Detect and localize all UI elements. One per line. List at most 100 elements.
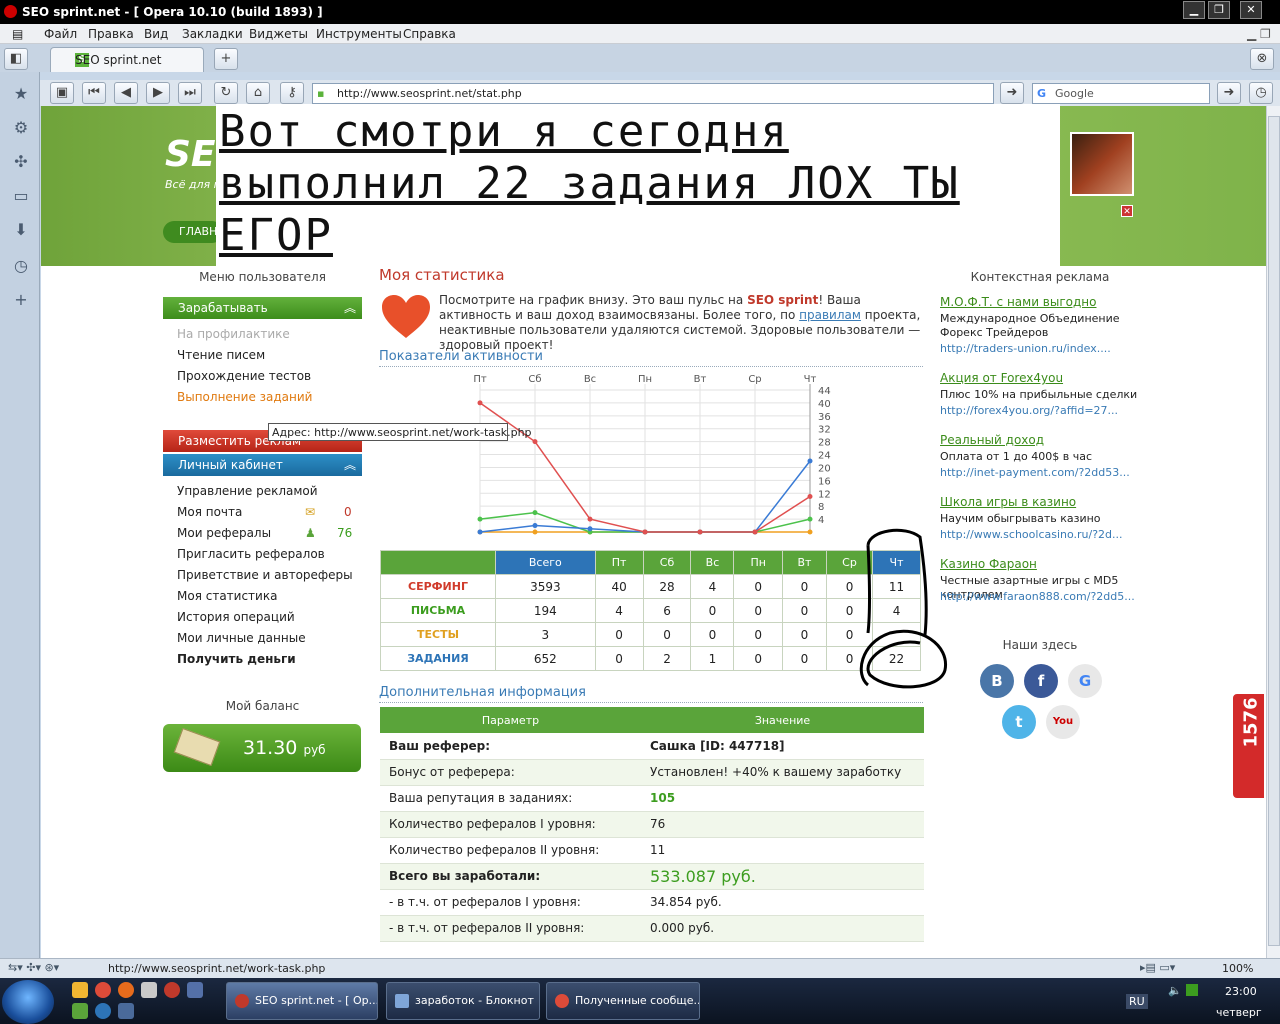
firefox-icon[interactable] xyxy=(118,982,134,998)
close-icon[interactable]: ✕ xyxy=(1121,205,1133,217)
google-icon[interactable]: G xyxy=(1068,664,1102,698)
ad-url[interactable]: http://www.faraon888.com/?2dd5... xyxy=(940,590,1135,603)
collapse-icon[interactable]: ︽ xyxy=(344,456,356,473)
menu-item-my-mail[interactable]: Моя почта xyxy=(177,505,242,519)
task-opera[interactable]: SEO sprint.net - [ Op... xyxy=(226,982,378,1020)
go-button[interactable]: ➜ xyxy=(1000,82,1024,104)
search-go-button[interactable]: ➜ xyxy=(1217,82,1241,104)
ad-url[interactable]: http://traders-union.ru/index.... xyxy=(940,342,1111,355)
unite-panel-icon[interactable]: ✣ xyxy=(10,152,32,174)
calendar-icon[interactable] xyxy=(141,982,157,998)
menu-item-invite-referrals[interactable]: Пригласить рефералов xyxy=(177,547,325,561)
user-avatar[interactable] xyxy=(1070,132,1134,196)
menu-item-tests[interactable]: Прохождение тестов xyxy=(177,369,311,383)
forward-icon[interactable]: ▶ xyxy=(146,82,170,104)
address-bar[interactable]: ▪ http://www.seosprint.net/stat.php xyxy=(312,83,994,104)
menu-item-tasks[interactable]: Выполнение заданий xyxy=(177,390,312,404)
ad-url[interactable]: http://www.schoolcasino.ru/?2d... xyxy=(940,528,1123,541)
menu-view[interactable]: Вид xyxy=(144,27,168,41)
table-cell: 194 xyxy=(495,598,596,623)
rewind-icon[interactable]: ⏮ xyxy=(82,82,106,104)
add-panel-icon[interactable]: + xyxy=(10,290,32,312)
language-indicator[interactable]: RU xyxy=(1126,994,1148,1009)
facebook-icon[interactable]: f xyxy=(1024,664,1058,698)
menu-item-my-referrals[interactable]: Мои рефералы xyxy=(177,526,271,540)
downloads-panel-icon[interactable]: ⬇ xyxy=(10,220,32,242)
menu-icon[interactable]: ▤ xyxy=(12,27,23,41)
tool-icon[interactable] xyxy=(72,1003,88,1019)
floppy-icon[interactable] xyxy=(187,982,203,998)
network-icon[interactable] xyxy=(1186,984,1198,996)
reload-icon[interactable]: ↻ xyxy=(214,82,238,104)
menu-item-personal-data[interactable]: Мои личные данные xyxy=(177,631,306,645)
scrollbar-thumb[interactable] xyxy=(1268,116,1280,946)
menu-item-withdraw[interactable]: Получить деньги xyxy=(177,652,296,666)
widgets-panel-icon[interactable]: ⚙ xyxy=(10,118,32,140)
minimize-button[interactable]: ▁ xyxy=(1183,1,1205,19)
view-icons[interactable]: ▸▤ ▭▾ xyxy=(1140,961,1175,974)
new-tab-button[interactable]: + xyxy=(214,48,238,70)
balance-box[interactable]: 31.30 руб xyxy=(163,724,361,772)
notes-panel-icon[interactable]: ▭ xyxy=(10,186,32,208)
maximize-button[interactable]: ❐ xyxy=(1208,1,1230,19)
menu-item-ad-management[interactable]: Управление рекламой xyxy=(177,484,318,498)
history-panel-icon[interactable]: ◷ xyxy=(10,256,32,278)
chrome-icon[interactable] xyxy=(95,982,111,998)
search-field[interactable]: G Google xyxy=(1032,83,1210,104)
close-window-button[interactable]: ✕ xyxy=(1240,1,1262,19)
security-icon[interactable]: ⚷ xyxy=(280,82,304,104)
rules-link[interactable]: правилам xyxy=(799,308,861,322)
volume-icon[interactable]: 🔈 xyxy=(1168,984,1182,997)
menu-bookmarks[interactable]: Закладки xyxy=(182,27,243,41)
bookmarks-panel-icon[interactable]: ★ xyxy=(10,84,32,106)
ad-headline[interactable]: Школа игры в казино xyxy=(940,495,1076,509)
menu-item-my-stats[interactable]: Моя статистика xyxy=(177,589,277,603)
task-chrome[interactable]: Полученные сообще... xyxy=(546,982,700,1020)
home-icon[interactable]: ⌂ xyxy=(246,82,270,104)
history-icon[interactable]: ◷ xyxy=(1249,82,1273,104)
ie-icon[interactable] xyxy=(95,1003,111,1019)
ad-headline[interactable]: Акция от Forex4you xyxy=(940,371,1063,385)
menu-item-history[interactable]: История операций xyxy=(177,610,295,624)
menu-item-maintenance[interactable]: На профилактике xyxy=(177,327,290,341)
stats-intro: Посмотрите на график внизу. Это ваш пуль… xyxy=(439,293,921,352)
ad-headline[interactable]: Реальный доход xyxy=(940,433,1044,447)
ad-headline[interactable]: М.О.Ф.Т. с нами выгодно xyxy=(940,295,1097,309)
menu-widgets[interactable]: Виджеты xyxy=(249,27,308,41)
address-favicon-icon: ▪ xyxy=(317,87,325,100)
menu-file[interactable]: Файл xyxy=(44,27,77,41)
menu-help[interactable]: Справка xyxy=(403,27,456,41)
aim-icon[interactable] xyxy=(72,982,88,998)
menu-item-greetings[interactable]: Приветствие и автореферы xyxy=(177,568,353,582)
table-row: ТЕСТЫ 3 0 0 0 0 0 0 xyxy=(380,622,921,647)
menu-item-read-mail[interactable]: Чтение писем xyxy=(177,348,265,362)
vertical-scrollbar[interactable] xyxy=(1266,106,1280,958)
save-icon[interactable]: ▣ xyxy=(50,82,74,104)
counter-badge[interactable]: 1576 xyxy=(1231,692,1266,800)
info-param: Ваша репутация в заданиях: xyxy=(380,785,641,812)
status-icons[interactable]: ⇆▾ ✣▾ ⊛▾ xyxy=(8,961,59,974)
menu-tools[interactable]: Инструменты xyxy=(316,27,402,41)
panel-toggle-icon[interactable]: ◧ xyxy=(4,48,28,70)
fast-forward-icon[interactable]: ⏭ xyxy=(178,82,202,104)
main-nav-button[interactable]: ГЛАВН xyxy=(163,221,223,243)
clock-time[interactable]: 23:00 xyxy=(1225,985,1257,998)
info-value: 0.000 руб. xyxy=(641,915,924,942)
twitter-icon[interactable]: t xyxy=(1002,705,1036,739)
collapse-icon[interactable]: ︽ xyxy=(344,299,356,316)
closed-tabs-icon[interactable]: ⊗ xyxy=(1250,48,1274,70)
start-button[interactable] xyxy=(2,980,54,1024)
menu-edit[interactable]: Правка xyxy=(88,27,134,41)
task-notepad[interactable]: заработок - Блокнот xyxy=(386,982,540,1020)
back-icon[interactable]: ◀ xyxy=(114,82,138,104)
ad-url[interactable]: http://inet-payment.com/?2dd53... xyxy=(940,466,1130,479)
cabinet-section-header[interactable]: Личный кабинет ︽ xyxy=(163,454,362,476)
zoom-level[interactable]: 100% xyxy=(1222,962,1253,975)
youtube-icon[interactable]: You xyxy=(1046,705,1080,739)
desktop-icon[interactable] xyxy=(118,1003,134,1019)
opera-icon[interactable] xyxy=(164,982,180,998)
tab-seosprint[interactable]: S SEO sprint.net xyxy=(50,47,204,72)
earn-section-header[interactable]: Зарабатывать ︽ xyxy=(163,297,362,319)
ad-url[interactable]: http://forex4you.org/?affid=27... xyxy=(940,404,1118,417)
vkontakte-icon[interactable]: B xyxy=(980,664,1014,698)
